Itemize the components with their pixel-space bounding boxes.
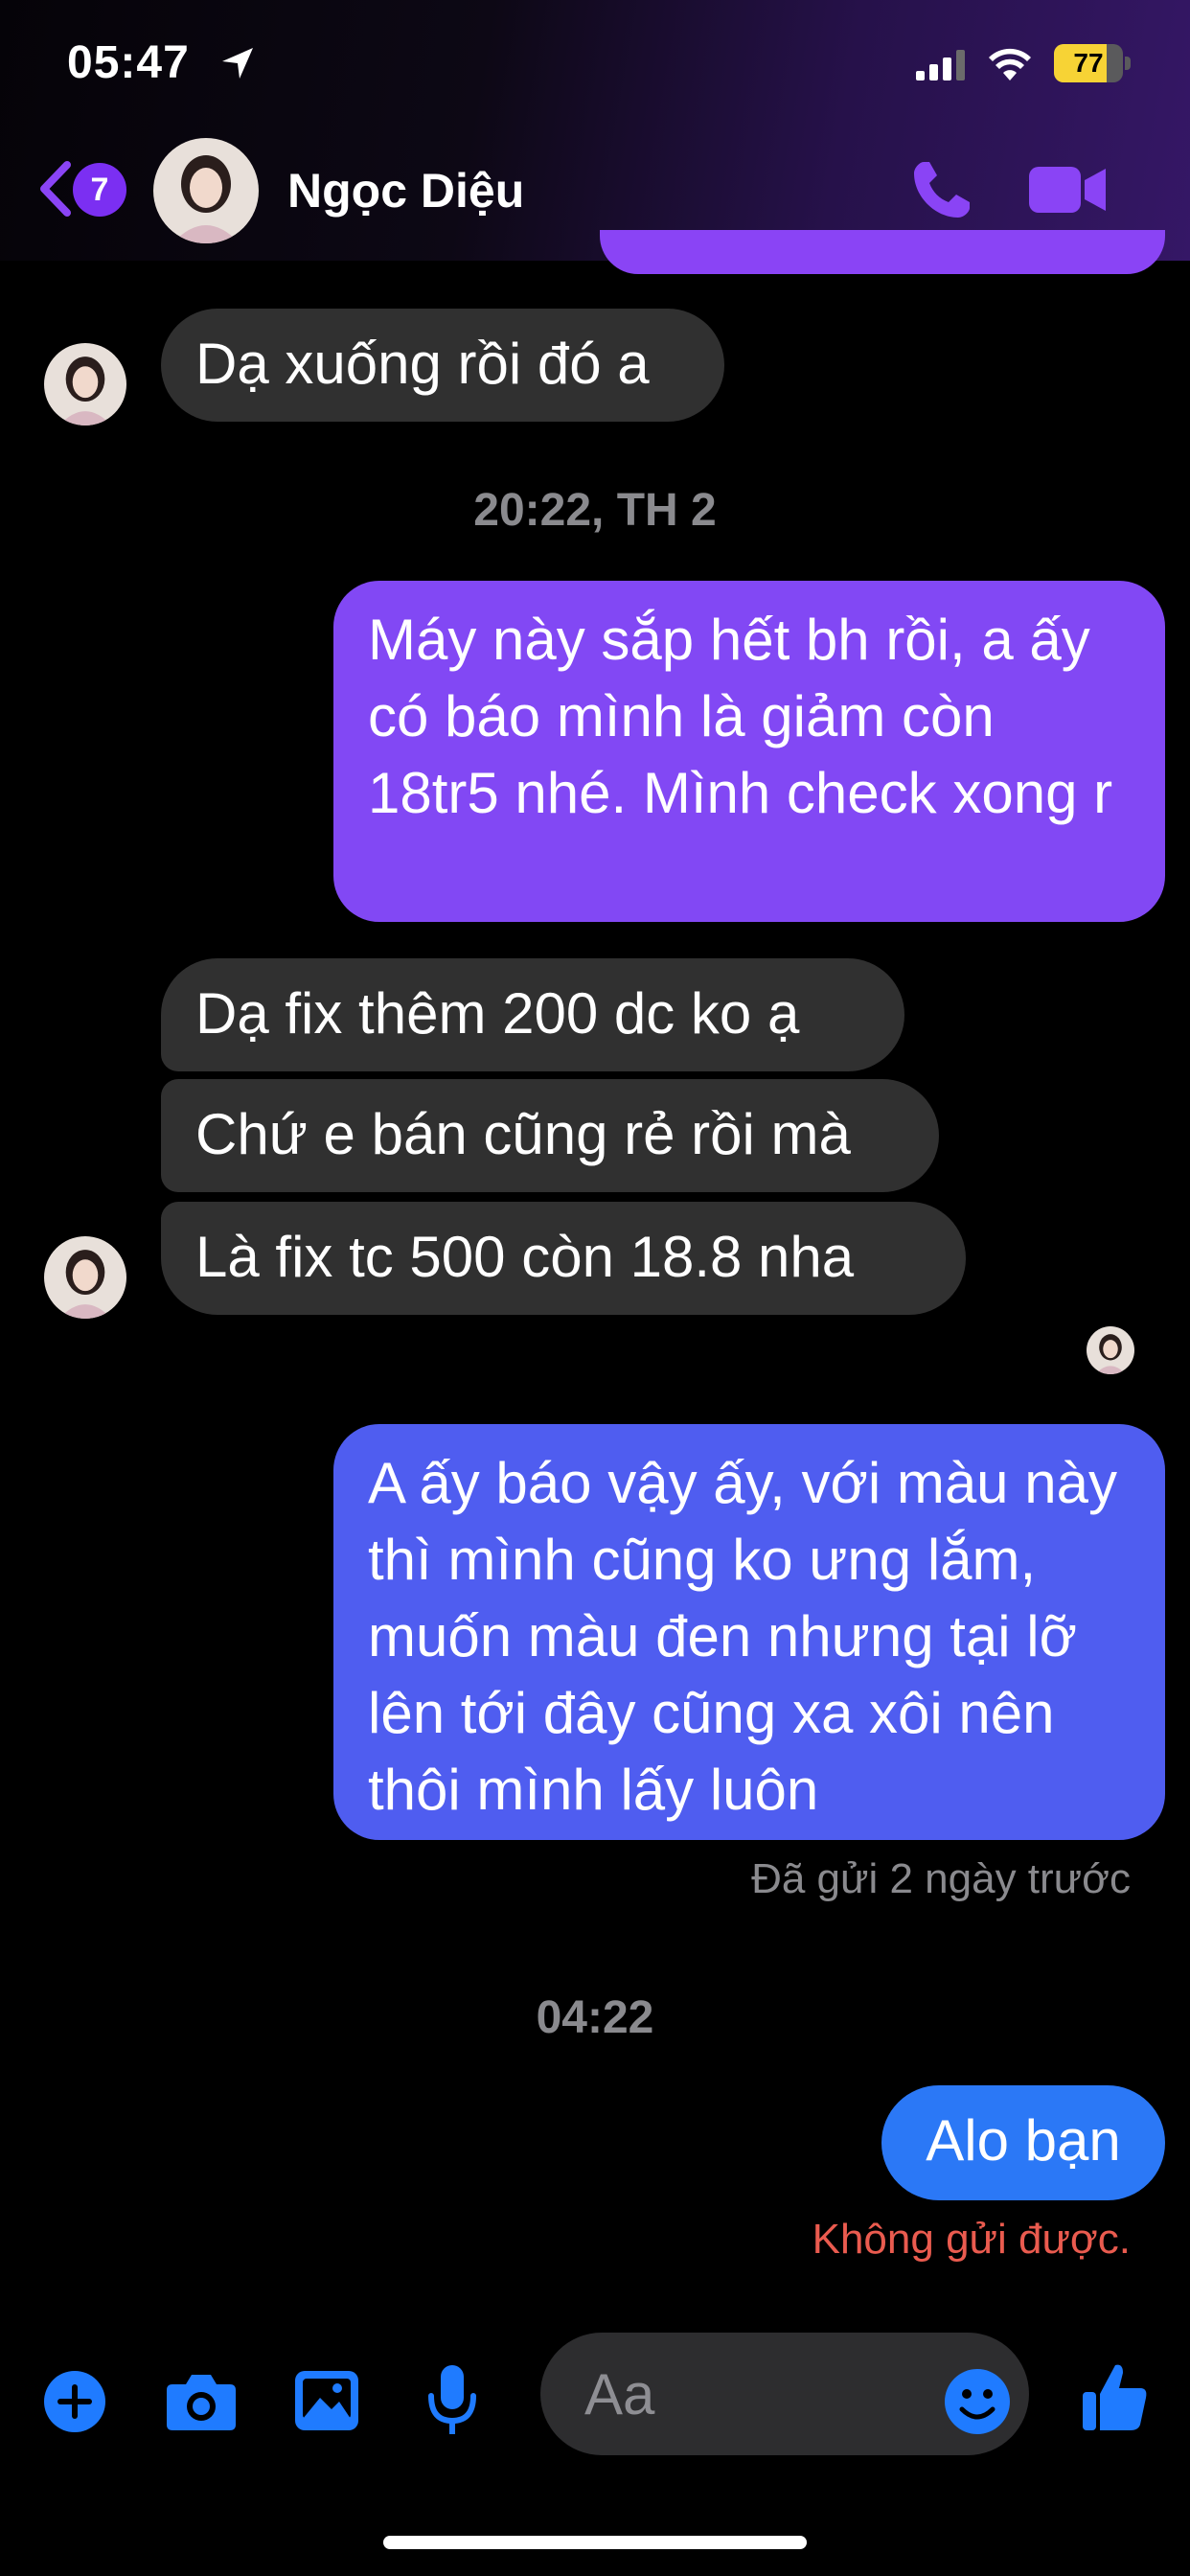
message-input-placeholder: Aa <box>584 2362 655 2426</box>
outgoing-message[interactable]: Alo bạn <box>881 2085 1165 2200</box>
battery-percent: 77 <box>1073 48 1104 78</box>
thumbs-up-icon[interactable] <box>1081 2359 1150 2434</box>
outgoing-message[interactable]: Máy này sắp hết bh rồi, a ấy có báo mình… <box>333 581 1165 922</box>
incoming-message[interactable]: Dạ xuống rồi đó a <box>161 309 724 422</box>
camera-icon[interactable] <box>165 2371 238 2432</box>
sender-avatar <box>44 1236 126 1319</box>
incoming-message[interactable]: Là fix tc 500 còn 18.8 nha <box>161 1202 966 1315</box>
back-chevron-icon[interactable] <box>34 159 77 218</box>
unread-count-badge[interactable]: 7 <box>73 163 126 217</box>
incoming-message[interactable]: Chứ e bán cũng rẻ rồi mà <box>161 1079 939 1192</box>
send-error-status[interactable]: Không gửi được. <box>812 2216 1131 2264</box>
previous-outgoing-bubble <box>600 230 1165 274</box>
plus-icon[interactable] <box>42 2369 107 2434</box>
wifi-icon <box>989 48 1031 80</box>
timestamp: 04:22 <box>536 1992 654 2043</box>
battery-icon: 77 <box>1054 44 1131 82</box>
microphone-icon[interactable] <box>425 2363 479 2438</box>
video-camera-icon[interactable] <box>1029 163 1106 217</box>
signal-icon <box>916 50 965 80</box>
phone-icon[interactable] <box>910 158 973 221</box>
outgoing-message[interactable]: A ấy báo vậy ấy, với màu này thì mình cũ… <box>333 1424 1165 1840</box>
image-icon[interactable] <box>293 2369 360 2432</box>
emoji-icon[interactable] <box>943 2367 1012 2436</box>
incoming-message[interactable]: Dạ fix thêm 200 dc ko ạ <box>161 958 904 1071</box>
sender-avatar <box>44 343 126 426</box>
sent-status: Đã gửi 2 ngày trước <box>751 1855 1131 1902</box>
status-time: 05:47 <box>67 37 190 88</box>
contact-name[interactable]: Ngọc Diệu <box>287 163 524 218</box>
home-indicator[interactable] <box>383 2536 807 2549</box>
contact-avatar[interactable] <box>153 138 259 243</box>
timestamp: 20:22, TH 2 <box>473 485 717 536</box>
location-arrow-icon <box>222 48 253 79</box>
read-receipt-avatar <box>1087 1326 1134 1374</box>
